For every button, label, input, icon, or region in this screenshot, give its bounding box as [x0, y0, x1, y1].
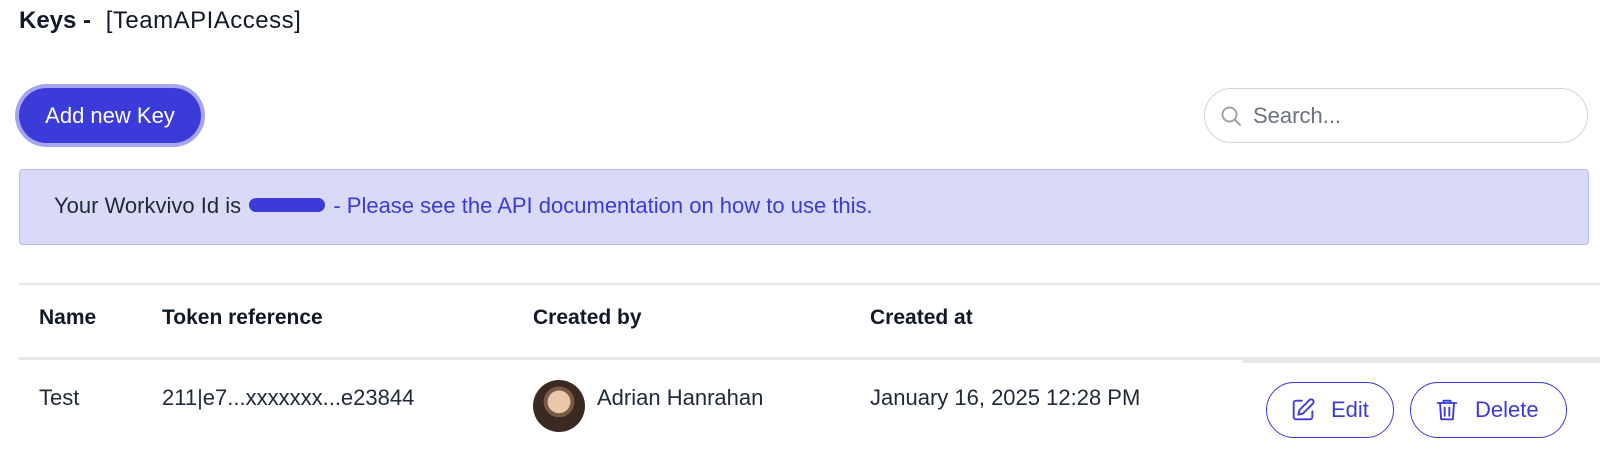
table-header-divider-actions [1243, 357, 1600, 363]
column-header-created-at: Created at [870, 306, 973, 329]
team-name: [TeamAPIAccess] [105, 7, 302, 34]
edit-button-label: Edit [1331, 397, 1369, 422]
search-icon [1221, 106, 1241, 126]
column-header-name: Name [39, 306, 97, 329]
redacted-id [249, 198, 326, 213]
add-new-key-button[interactable]: Add new Key [19, 88, 201, 143]
api-documentation-link[interactable]: - Please see the API documentation on ho… [333, 193, 872, 218]
edit-button[interactable]: Edit [1266, 382, 1394, 438]
page-title-label: Keys [19, 7, 77, 34]
page-title: Keys - [TeamAPIAccess] [19, 6, 301, 36]
delete-button[interactable]: Delete [1410, 382, 1567, 438]
workvivo-id-banner: Your Workvivo Id is - Please see the API… [19, 169, 1589, 245]
delete-button-label: Delete [1475, 397, 1539, 422]
table-top-divider [19, 283, 1600, 285]
table-header-divider [19, 357, 1247, 360]
column-header-created-by: Created by [533, 306, 642, 329]
cell-created-at: January 16, 2025 12:28 PM [870, 385, 1141, 410]
column-header-token-reference: Token reference [162, 306, 323, 329]
banner-text: Your Workvivo Id is [54, 193, 242, 218]
avatar [533, 380, 585, 432]
search-input[interactable] [1253, 97, 1573, 134]
page-title-separator: - [83, 7, 92, 34]
trash-icon [1436, 399, 1458, 421]
cell-name: Test [39, 385, 80, 410]
search-box[interactable] [1204, 88, 1588, 143]
pencil-square-icon [1292, 398, 1315, 421]
cell-created-by: Adrian Hanrahan [597, 385, 764, 410]
cell-token-reference: 211|e7...xxxxxxx...e23844 [162, 385, 415, 410]
